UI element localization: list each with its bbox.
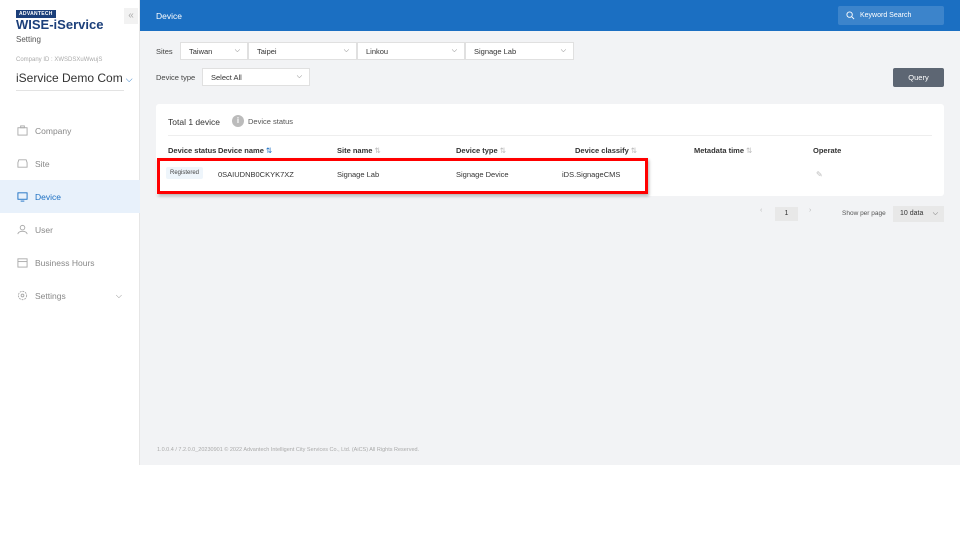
- column-device-status: Device status: [168, 146, 217, 155]
- search-input[interactable]: Keyword Search: [838, 6, 944, 25]
- column-site-name[interactable]: Site name ⇅: [337, 146, 381, 155]
- site-area-select[interactable]: Linkou ⌵: [357, 42, 465, 60]
- chevron-down-icon: ⌵: [560, 47, 566, 54]
- device-type-select[interactable]: Select All ⌵: [202, 68, 310, 86]
- chevron-down-icon: ⌵: [234, 47, 240, 54]
- company-icon: [17, 125, 28, 136]
- select-value: Linkou: [366, 46, 389, 56]
- sidebar-item-site[interactable]: Site: [0, 147, 140, 180]
- device-type-label: Device type: [156, 73, 196, 82]
- top-bar: Device Keyword Search: [140, 0, 960, 31]
- highlight-box: [157, 158, 648, 194]
- select-value: Taipei: [257, 46, 277, 56]
- monitor-icon: [17, 192, 28, 202]
- company-selector[interactable]: iService Demo Com ⌵: [16, 71, 133, 85]
- sidebar: ADVANTECH WISE-iService Setting « Compan…: [0, 0, 140, 465]
- search-placeholder: Keyword Search: [860, 12, 912, 19]
- chevron-down-icon: ⌵: [932, 210, 938, 217]
- sidebar-item-device[interactable]: Device: [0, 180, 140, 213]
- total-count: Total 1 device: [168, 117, 220, 127]
- per-page-label: Show per page: [842, 210, 886, 217]
- column-metadata-time[interactable]: Metadata time ⇅: [694, 146, 752, 155]
- sort-icon: ⇅: [746, 146, 753, 155]
- device-status-link[interactable]: Device status: [248, 117, 293, 126]
- sidebar-item-business-hours[interactable]: Business Hours: [0, 246, 140, 279]
- sort-icon: ⇅: [499, 146, 506, 155]
- edit-icon[interactable]: ✎: [816, 170, 823, 179]
- sort-icon: ⇅: [630, 146, 638, 155]
- prev-page-button[interactable]: ‹: [760, 207, 762, 214]
- app-subtitle: Setting: [16, 35, 41, 44]
- chevron-down-icon: ⌵: [115, 290, 122, 300]
- site-city-select[interactable]: Taipei ⌵: [248, 42, 357, 60]
- info-icon[interactable]: i: [232, 115, 244, 127]
- sidebar-item-company[interactable]: Company: [0, 114, 140, 147]
- select-value: Select All: [211, 72, 242, 82]
- page-1-button[interactable]: 1: [775, 207, 798, 221]
- sort-icon: ⇅: [265, 146, 273, 155]
- site-country-select[interactable]: Taiwan ⌵: [180, 42, 248, 60]
- chevron-down-icon: ⌵: [343, 47, 349, 54]
- sidebar-item-label: Settings: [35, 290, 66, 301]
- column-device-type[interactable]: Device type ⇅: [456, 146, 506, 155]
- site-icon: [17, 159, 28, 168]
- app: ADVANTECH WISE-iService Setting « Compan…: [0, 0, 960, 465]
- page-title: Device: [156, 11, 182, 21]
- collapse-sidebar-button[interactable]: «: [124, 8, 138, 24]
- chevron-down-icon: ⌵: [451, 47, 457, 54]
- search-icon: [846, 11, 855, 20]
- column-device-classify[interactable]: Device classify ⇅: [575, 146, 637, 155]
- query-button[interactable]: Query: [893, 68, 944, 87]
- sidebar-item-label: User: [35, 224, 53, 235]
- sidebar-item-label: Device: [35, 191, 61, 202]
- user-icon: [17, 224, 28, 235]
- next-page-button[interactable]: ›: [809, 207, 811, 214]
- sidebar-item-label: Site: [35, 158, 50, 169]
- company-id: Company ID : XWSDSXuWwujS: [16, 57, 103, 63]
- sidebar-item-label: Company: [35, 125, 72, 136]
- select-value: Signage Lab: [474, 46, 517, 56]
- sidebar-item-settings[interactable]: Settings ⌵: [0, 279, 140, 312]
- select-value: 10 data: [900, 210, 924, 217]
- divider: [168, 135, 932, 136]
- per-page-select[interactable]: 10 data ⌵: [893, 206, 944, 222]
- sidebar-item-label: Business Hours: [35, 257, 95, 268]
- sites-label: Sites: [156, 47, 173, 56]
- chevron-down-icon: ⌵: [296, 73, 302, 80]
- app-title: WISE-iService: [16, 17, 104, 32]
- footer-copyright: 1.0.0.4 / 7.2.0.0_20230901 © 2022 Advant…: [157, 447, 420, 453]
- chevron-down-icon: ⌵: [125, 74, 133, 84]
- calendar-icon: [17, 258, 28, 268]
- column-device-name[interactable]: Device name ⇅: [218, 146, 272, 155]
- divider: [16, 90, 124, 91]
- sidebar-item-user[interactable]: User: [0, 213, 140, 246]
- column-operate: Operate: [813, 146, 842, 155]
- select-value: Taiwan: [189, 46, 213, 56]
- sort-icon: ⇅: [374, 146, 381, 155]
- gear-icon: [17, 290, 28, 301]
- site-select[interactable]: Signage Lab ⌵: [465, 42, 574, 60]
- company-name: iService Demo Com: [16, 71, 123, 85]
